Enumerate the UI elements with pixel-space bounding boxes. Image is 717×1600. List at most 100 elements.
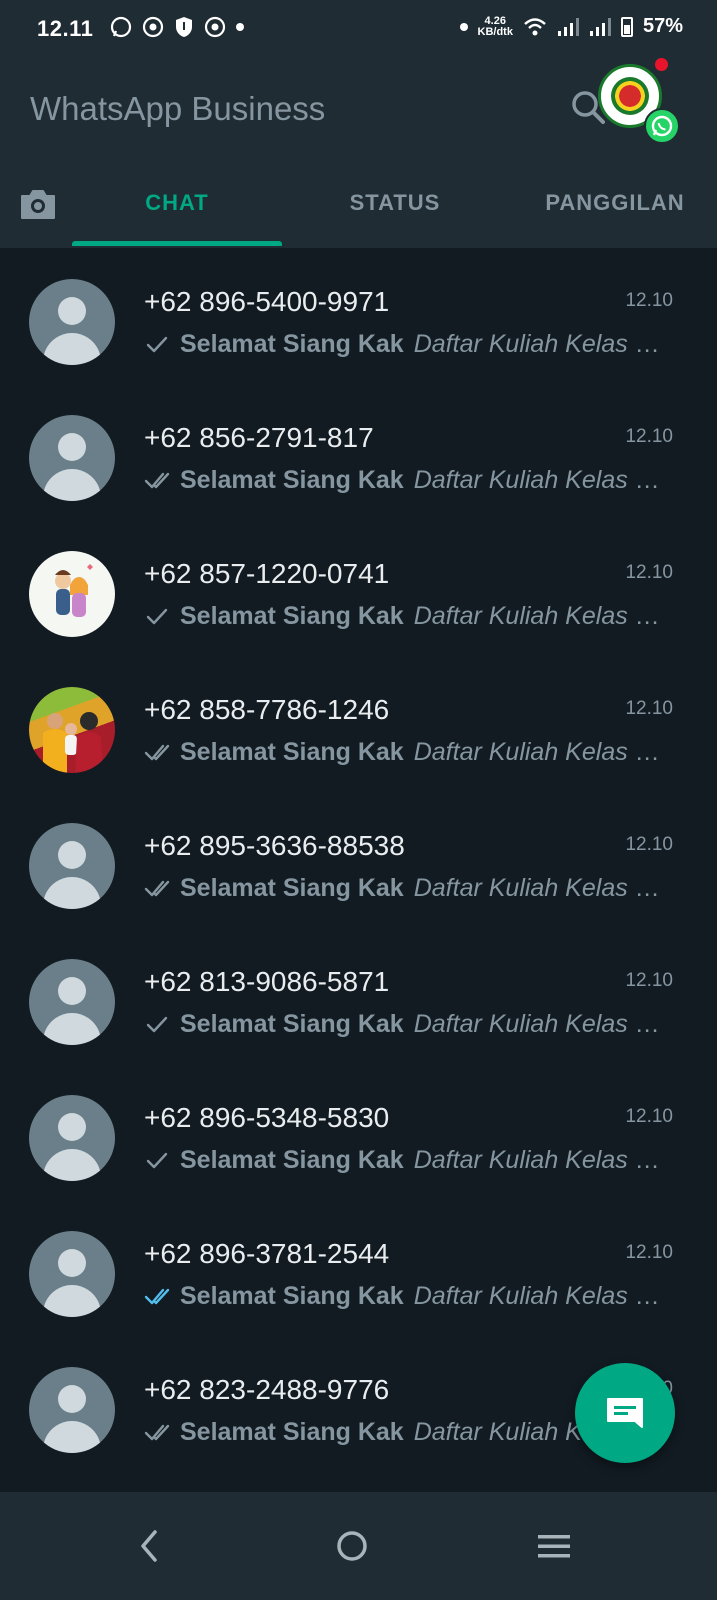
contact-name: +62 896-5348-5830: [144, 1102, 390, 1133]
preview-greeting: Selamat Siang Kak: [180, 738, 404, 766]
chat-list-item[interactable]: +62 813-9086-5871 12.10 Selamat Siang Kak D…: [0, 928, 717, 1064]
status-time: 12.11: [37, 16, 94, 41]
chrome-notification-icon-2: [204, 16, 226, 38]
app-header: 12.11 4.26 KB/dtk 57% WhatsApp Business: [0, 0, 717, 248]
preview-text: Daftar Kuliah Kelas Karyawan: [413, 330, 664, 358]
contact-name: +62 823-2488-9776: [144, 1374, 390, 1405]
chat-list-item[interactable]: +62 858-7786-1246 12.10 Selamat Siang Kak D…: [0, 656, 717, 792]
contact-avatar[interactable]: [29, 1231, 115, 1317]
preview-text: Daftar Kuliah Kelas Karyawan: [413, 1282, 664, 1310]
preview-text: Daftar Kuliah Kelas Karyawan: [413, 466, 664, 494]
status-dot: [459, 22, 468, 31]
contact-avatar[interactable]: [29, 1095, 115, 1181]
network-speed-unit: KB/dtk: [477, 25, 513, 38]
contact-name: +62 896-3781-2544: [144, 1238, 390, 1269]
default-avatar-head: [58, 297, 86, 325]
family-photo-icon: [43, 712, 103, 773]
camera-icon[interactable]: [18, 184, 58, 224]
read-ticks-icon: [144, 1288, 170, 1305]
home-icon[interactable]: [332, 1526, 372, 1566]
network-speed-value: 4.26: [484, 14, 506, 27]
battery-icon: [620, 16, 633, 37]
message-time: 12.10: [625, 698, 673, 719]
chat-list-item[interactable]: +62 857-1220-0741 12.10 Selamat Siang Kak D…: [0, 520, 717, 656]
network-speed: 4.26 KB/dtk: [477, 14, 513, 38]
contact-name: +62 895-3636-88538: [144, 830, 405, 861]
app-title: WhatsApp Business: [30, 90, 326, 127]
sent-tick-icon: [146, 1016, 168, 1033]
default-avatar-head: [58, 1249, 86, 1277]
notification-red-dot: [655, 58, 668, 71]
contact-name: +62 856-2791-817: [144, 422, 374, 453]
wifi-icon: [524, 17, 546, 35]
message-time: 12.10: [625, 562, 673, 583]
delivered-ticks-icon: [144, 1424, 170, 1441]
default-avatar-body: [43, 1149, 101, 1181]
message-preview: Selamat Siang Kak Daftar Kuliah Kelas Kar…: [144, 1146, 664, 1175]
new-chat-button[interactable]: [575, 1363, 675, 1463]
new-chat-icon: [607, 1398, 643, 1428]
delivered-ticks-icon: [144, 472, 170, 489]
default-avatar-body: [43, 333, 101, 365]
chat-list-item[interactable]: +62 896-3781-2544 12.10 Selamat Siang Kak D…: [0, 1200, 717, 1336]
tab-bar: CHAT STATUS PANGGILAN: [0, 168, 717, 248]
contact-avatar[interactable]: [29, 279, 115, 365]
message-time: 12.10: [625, 970, 673, 991]
sent-tick-icon: [146, 1152, 168, 1169]
system-status-icons: 4.26 KB/dtk 57%: [459, 14, 683, 38]
preview-text: Daftar Kuliah Kelas Karyawan: [413, 738, 664, 766]
contact-avatar[interactable]: [29, 1367, 115, 1453]
default-avatar-body: [43, 1285, 101, 1317]
default-avatar-head: [58, 1385, 86, 1413]
signal-icon-1: [557, 17, 579, 36]
preview-text: Daftar Kuliah Kelas Karyawan: [413, 874, 664, 902]
status-bar: 12.11 4.26 KB/dtk 57%: [0, 0, 717, 60]
contact-avatar[interactable]: [29, 415, 115, 501]
message-time: 12.10: [625, 290, 673, 311]
message-time: 12.10: [625, 1242, 673, 1263]
contact-name: +62 813-9086-5871: [144, 966, 390, 997]
message-time: 12.10: [625, 1106, 673, 1127]
contact-name: +62 858-7786-1246: [144, 694, 390, 725]
contact-name: +62 896-5400-9971: [144, 286, 390, 317]
default-avatar-body: [43, 469, 101, 501]
message-preview: Selamat Siang Kak Daftar Kuliah Kelas Kar…: [144, 738, 664, 767]
system-navigation-bar: [0, 1492, 717, 1600]
message-preview: Selamat Siang Kak Daftar Kuliah Kelas Kar…: [144, 1010, 664, 1039]
tab-status[interactable]: STATUS: [290, 190, 500, 216]
recents-icon[interactable]: [534, 1526, 574, 1566]
chat-list-item[interactable]: +62 895-3636-88538 12.10 Selamat Siang Kak…: [0, 792, 717, 928]
preview-greeting: Selamat Siang Kak: [180, 1146, 404, 1174]
tab-calls[interactable]: PANGGILAN: [510, 190, 717, 216]
message-preview: Selamat Siang Kak Daftar Kuliah Kelas Kar…: [144, 602, 664, 631]
chrome-notification-icon: [142, 16, 164, 38]
notification-icons: [110, 16, 244, 38]
delivered-ticks-icon: [144, 744, 170, 761]
chat-list-item[interactable]: +62 896-5400-9971 12.10 Selamat Siang Kak D…: [0, 248, 717, 384]
default-avatar-body: [43, 1013, 101, 1045]
default-avatar-head: [58, 1113, 86, 1141]
battery-percent: 57%: [642, 15, 683, 37]
tab-chat[interactable]: CHAT: [72, 190, 282, 216]
preview-text: Daftar Kuliah Kelas Karyawan: [413, 602, 664, 630]
sent-tick-icon: [146, 608, 168, 625]
message-preview: Selamat Siang Kak Daftar Kuliah Kelas Kar…: [144, 874, 664, 903]
contact-avatar[interactable]: [29, 823, 115, 909]
default-avatar-body: [43, 1421, 101, 1453]
back-icon[interactable]: [130, 1526, 170, 1566]
chat-list: +62 896-5400-9971 12.10 Selamat Siang Kak D…: [0, 248, 717, 1472]
contact-avatar[interactable]: [29, 959, 115, 1045]
contact-avatar[interactable]: [29, 551, 115, 637]
preview-greeting: Selamat Siang Kak: [180, 1010, 404, 1038]
signal-icon-2: [589, 17, 611, 36]
whatsapp-notification-icon: [110, 16, 132, 38]
message-preview: Selamat Siang Kak Daftar Kuliah Kelas Kar…: [144, 466, 664, 495]
contact-avatar[interactable]: [29, 687, 115, 773]
preview-greeting: Selamat Siang Kak: [180, 602, 404, 630]
delivered-ticks-icon: [144, 880, 170, 897]
chat-list-item[interactable]: +62 856-2791-817 12.10 Selamat Siang Kak Da…: [0, 384, 717, 520]
active-tab-indicator: [72, 241, 282, 246]
couple-illustration-icon: [55, 564, 93, 617]
preview-greeting: Selamat Siang Kak: [180, 1418, 404, 1446]
chat-list-item[interactable]: +62 896-5348-5830 12.10 Selamat Siang Kak D…: [0, 1064, 717, 1200]
